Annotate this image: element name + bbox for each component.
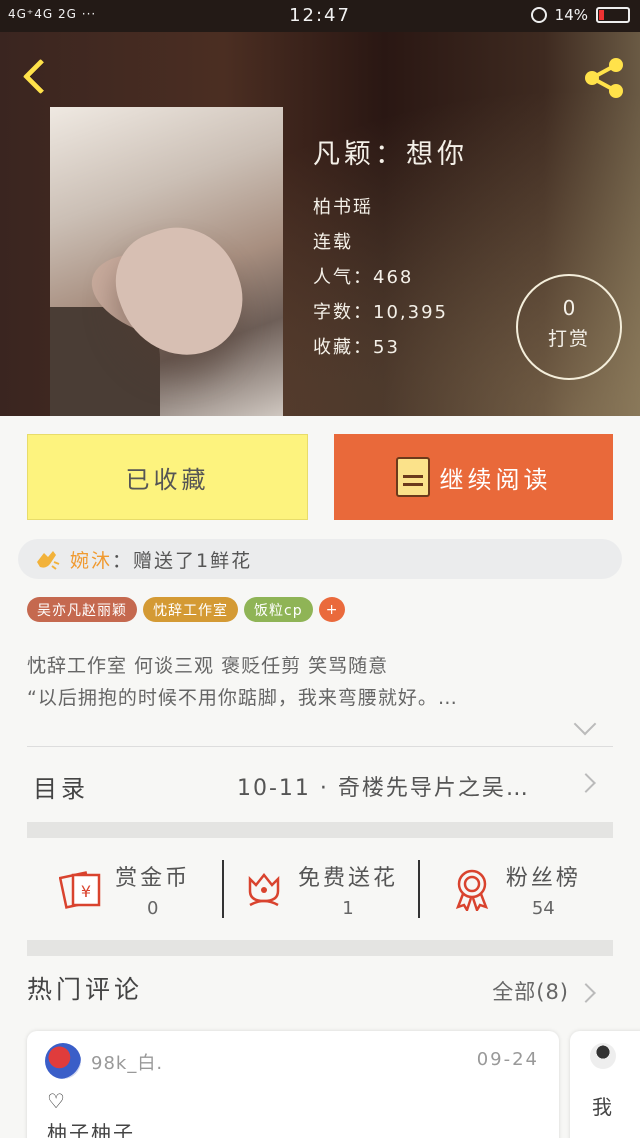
gift-user[interactable]: 婉沐 — [70, 546, 112, 573]
gift-notice[interactable]: 婉沐 ： 赠送了1鲜花 — [18, 539, 622, 579]
stat-value: 54 — [531, 897, 555, 919]
share-button[interactable] — [580, 54, 628, 102]
book-word-count: 字数：10,395 — [313, 302, 448, 323]
book-info: 凡颖：想你 柏书瑶 连载 人气：468 字数：10,395 收藏：53 — [313, 132, 468, 368]
free-flower-button[interactable]: 免费送花 1 — [222, 838, 417, 940]
battery-icon — [596, 7, 630, 23]
reward-label: 打赏 — [547, 328, 590, 350]
stats-row: ¥ 赏金币 0 免费送花 1 粉丝榜 54 — [27, 838, 613, 940]
book-popularity: 人气：468 — [313, 267, 414, 288]
table-of-contents-row[interactable]: 目录 10-11 · 奇楼先导片之吴… — [27, 760, 613, 812]
gift-message: 赠送了1鲜花 — [133, 549, 253, 572]
expand-description-icon[interactable] — [573, 712, 597, 736]
chevron-right-icon — [576, 773, 596, 793]
book-author[interactable]: 柏书瑶 — [313, 193, 468, 228]
book-favorites: 收藏：53 — [313, 337, 400, 358]
stat-value: 1 — [342, 897, 354, 919]
battery-percent: 14% — [554, 6, 588, 24]
description-line: “以后拥抱的时候不用你踮脚，我来弯腰就好。… — [27, 687, 458, 709]
book-description: 忱辞工作室 何谈三观 褒贬任剪 笑骂随意 “以后拥抱的时候不用你踮脚，我来弯腰就… — [27, 650, 617, 714]
add-tag-button[interactable]: + — [318, 597, 345, 622]
book-icon — [395, 457, 430, 497]
reward-coin-icon: ¥ — [59, 871, 101, 909]
back-button[interactable] — [18, 56, 54, 100]
alarm-icon — [530, 7, 547, 23]
continue-reading-label: 继续阅读 — [439, 465, 552, 494]
stat-value: 0 — [146, 897, 159, 919]
section-gap — [27, 822, 613, 838]
hot-comments-header: 热门评论 全部(8) — [27, 970, 613, 1016]
description-line: 忱辞工作室 何谈三观 褒贬任剪 笑骂随意 — [27, 655, 389, 677]
toc-label: 目录 — [33, 774, 89, 803]
tag[interactable]: 吴亦凡赵丽颖 — [27, 597, 137, 622]
comment-text: 柚子柚子 — [47, 1121, 135, 1138]
stat-title: 赏金币 — [115, 865, 191, 891]
comment-text: 我 — [592, 1095, 612, 1119]
avatar[interactable] — [45, 1043, 81, 1079]
flower-icon — [248, 872, 280, 907]
gift-separator: ： — [112, 549, 134, 572]
hot-comments-title: 热门评论 — [27, 975, 144, 1004]
tag-list: 吴亦凡赵丽颖 忱辞工作室 饭粒cp + — [27, 597, 345, 622]
chevron-right-icon[interactable] — [576, 983, 596, 1003]
latest-chapter: 10-11 · 奇楼先导片之吴… — [237, 776, 530, 801]
book-status: 连载 — [313, 232, 353, 253]
collected-button[interactable]: 已收藏 — [27, 434, 308, 520]
comment-card[interactable]: 98k_白. 09-24 ♡ 柚子柚子 — [27, 1031, 559, 1138]
divider — [27, 746, 613, 747]
tag[interactable]: 饭粒cp — [244, 597, 313, 622]
continue-reading-button[interactable]: 继续阅读 — [334, 434, 613, 520]
svg-text:¥: ¥ — [81, 882, 91, 901]
share-icon — [585, 58, 623, 98]
reward-coins-button[interactable]: ¥ 赏金币 0 — [27, 838, 222, 940]
stat-title: 免费送花 — [297, 865, 398, 891]
status-right: 14% — [530, 6, 630, 24]
book-title: 凡颖：想你 — [313, 139, 468, 170]
comment-date: 09-24 — [476, 1049, 539, 1070]
section-gap — [27, 940, 613, 956]
avatar[interactable] — [590, 1043, 616, 1069]
heart-icon: ♡ — [47, 1089, 65, 1113]
reward-count: 0 — [562, 296, 576, 320]
tag[interactable]: 忱辞工作室 — [143, 597, 238, 622]
clap-icon — [37, 551, 60, 570]
status-bar: 4G⁺4G 2G ··· 12:47 14% — [0, 0, 640, 32]
comment-user[interactable]: 98k_白. — [91, 1049, 163, 1075]
all-comments-link[interactable]: 全部(8) — [492, 976, 569, 1006]
reward-button[interactable]: 0 打赏 — [516, 274, 622, 380]
comment-card[interactable]: 我 — [570, 1031, 640, 1138]
stat-title: 粉丝榜 — [505, 865, 581, 891]
book-cover[interactable] — [50, 107, 283, 416]
medal-icon — [455, 869, 488, 911]
book-header: 凡颖：想你 柏书瑶 连载 人气：468 字数：10,395 收藏：53 0 打赏 — [0, 32, 640, 416]
fan-ranking-button[interactable]: 粉丝榜 54 — [417, 838, 613, 940]
